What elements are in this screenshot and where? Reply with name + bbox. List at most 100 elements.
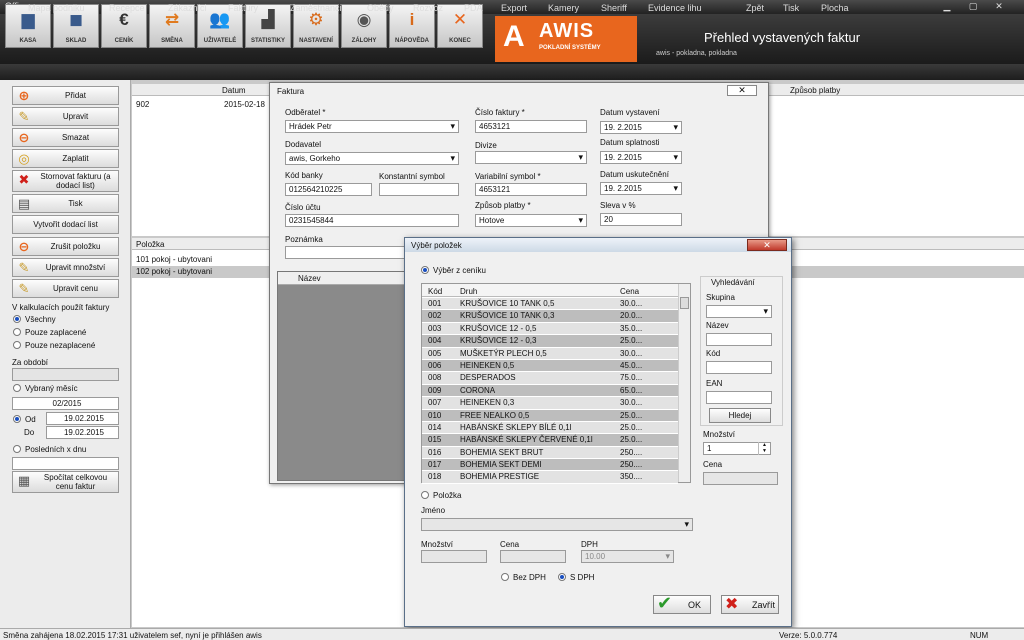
datum-uskutecneni-picker[interactable]: 19. 2.2015 — [600, 182, 682, 195]
create-delivery-note-button[interactable]: Vytvořit dodací list — [12, 215, 119, 234]
faktura-items-grid[interactable]: Název — [277, 271, 407, 481]
datum-vystaveni-picker[interactable]: 19. 2.2015 — [600, 121, 682, 134]
from-date-field[interactable]: 19.02.2015 — [46, 412, 119, 425]
cenik-radio[interactable] — [421, 266, 429, 274]
edit-price-button[interactable]: ✎ Upravit cenu — [12, 279, 119, 298]
pay-button[interactable]: ◎ Zaplatit — [12, 149, 119, 168]
search-button[interactable]: Hledej — [709, 408, 771, 423]
list-item[interactable]: 001 KRUŠOVICE 10 TANK 0,5 30.0... — [422, 298, 678, 311]
dph-select[interactable]: 10.00 — [581, 550, 674, 563]
calculate-total-button[interactable]: ▦ Spočítat celkovou cenu faktur — [12, 471, 119, 493]
list-item[interactable]: 005 MUŠKETÝR PLECH 0,5 30.0... — [422, 347, 678, 360]
menu-item-sheriff[interactable]: Sheriff — [601, 3, 627, 13]
polozka-radio[interactable] — [421, 491, 429, 499]
list-item[interactable]: 008 DESPERADOS 75.0... — [422, 372, 678, 385]
list-item[interactable]: 009 CORONA 65.0... — [422, 384, 678, 398]
menu-item-zakaznici[interactable]: Zákazníci — [168, 3, 207, 13]
list-item[interactable]: 006 HEINEKEN 0,5 45.0... — [422, 359, 678, 373]
maximize-icon[interactable]: ▢ — [966, 1, 980, 12]
last-days-field[interactable] — [12, 457, 119, 470]
pencil-icon: ✎ — [18, 281, 30, 296]
storno-invoice-button[interactable]: ✖ Stornovat fakturu (a dodací list) — [12, 170, 119, 192]
list-item[interactable]: 002 KRUŠOVICE 10 TANK 0,3 20.0... — [422, 310, 678, 323]
page-subtitle: awis - pokladna, pokladna — [656, 50, 737, 57]
dialog-close-icon[interactable]: ✕ — [747, 239, 787, 251]
last-days-radio[interactable] — [13, 445, 21, 453]
menu-item-recepce[interactable]: Recepce — [109, 3, 145, 13]
ok-button[interactable]: ✔ OK — [653, 593, 711, 614]
divize-select[interactable] — [475, 151, 587, 164]
col-kod: Kód — [428, 287, 443, 296]
menu-item-mapa-podniku[interactable]: Mapa podniku — [28, 3, 85, 13]
nazev-search-input[interactable] — [706, 333, 772, 346]
list-item[interactable]: 007 HEINEKEN 0,3 30.0... — [422, 397, 678, 410]
list-item[interactable]: 016 BOHEMIA SEKT BRUT 250.... — [422, 446, 678, 460]
konstantni-symbol-field[interactable] — [379, 183, 459, 196]
price-list-table[interactable]: Kód Druh Cena 001 KRUŠOVICE 10 TANK 0,5 30… — [421, 283, 691, 484]
list-item[interactable]: 004 KRUŠOVICE 12 - 0,3 25.0... — [422, 335, 678, 348]
s-dph-radio[interactable] — [558, 573, 566, 581]
skupina-select[interactable] — [706, 305, 772, 318]
kod-banky-field[interactable]: 012564210225 — [285, 183, 372, 196]
faktura-close-icon[interactable]: ✕ — [727, 85, 757, 96]
calc-all-radio[interactable] — [13, 315, 21, 323]
list-item[interactable]: 017 BOHEMIA SEKT DEMI 250.... — [422, 459, 678, 472]
cancel-item-button[interactable]: ⊖ Zrušit položku — [12, 237, 119, 256]
period-field[interactable] — [12, 368, 119, 381]
calc-paid-radio[interactable] — [13, 328, 21, 336]
menu-item-zpet[interactable]: Zpět — [746, 3, 764, 13]
ean-search-input[interactable] — [706, 391, 772, 404]
zavrit-button[interactable]: ✖ Zavřít — [721, 595, 779, 614]
num-lock-indicator: NUM — [970, 631, 989, 640]
calc-unpaid-label: Pouze nezaplacené — [25, 341, 96, 350]
minimize-icon[interactable]: ▁ — [940, 1, 954, 12]
odberatel-select[interactable]: Hrádek Petr — [285, 120, 459, 133]
list-item[interactable]: 018 BOHEMIA PRESTIGE 350.... — [422, 471, 678, 484]
cislo-uctu-field[interactable]: 0231545844 — [285, 214, 459, 227]
menu-item-tisk[interactable]: Tisk — [783, 3, 799, 13]
list-item[interactable]: 015 HABÁNSKÉ SKLEPY ČERVENÉ 0,1l 25.0... — [422, 434, 678, 447]
dph-label: DPH — [581, 540, 598, 549]
poznamka-field[interactable] — [285, 246, 405, 259]
from-radio[interactable] — [13, 415, 21, 423]
cislo-faktury-field[interactable]: 4653121 — [475, 120, 587, 133]
close-window-icon[interactable]: ✕ — [992, 1, 1006, 12]
cena-side-input[interactable] — [703, 472, 778, 485]
month-radio[interactable] — [13, 384, 21, 392]
list-item[interactable]: 003 KRUŠOVICE 12 - 0,5 35.0... — [422, 322, 678, 336]
list-item[interactable]: 014 HABÁNSKÉ SKLEPY BÍLÉ 0,1l 25.0... — [422, 421, 678, 435]
menu-item-export[interactable]: Export — [501, 3, 527, 13]
menu-item-obedy[interactable]: Obědy — [367, 3, 394, 13]
menu-item-zamestnanci[interactable]: Zaměstnanci — [290, 3, 342, 13]
list-item[interactable]: 010 FREE NEALKO 0,5 25.0... — [422, 409, 678, 422]
scrollbar-thumb[interactable] — [680, 297, 689, 309]
sleva-field[interactable]: 20 — [600, 213, 682, 226]
bez-dph-radio[interactable] — [501, 573, 509, 581]
print-button[interactable]: ▤ Tisk — [12, 194, 119, 213]
to-date-field[interactable]: 19.02.2015 — [46, 426, 119, 439]
dodavatel-select[interactable]: awis, Gorkeho — [285, 152, 459, 165]
menu-item-rozvoz[interactable]: Rozvoz — [413, 3, 443, 13]
mnozstvi-spinner-icon[interactable]: ▲ ▼ — [758, 442, 770, 455]
delete-button[interactable]: ⊖ Smazat — [12, 128, 119, 147]
menu-item-evidence-lihu[interactable]: Evidence lihu — [648, 3, 702, 13]
jmeno-select[interactable] — [421, 518, 693, 531]
mnozstvi-input[interactable] — [421, 550, 487, 563]
edit-button[interactable]: ✎ Upravit — [12, 107, 119, 126]
price-list-scrollbar[interactable] — [678, 284, 690, 482]
variabilni-symbol-field[interactable]: 4653121 — [475, 183, 587, 196]
calc-unpaid-radio[interactable] — [13, 341, 21, 349]
menu-item-pda[interactable]: PDA — [464, 3, 483, 13]
cena-input[interactable] — [500, 550, 566, 563]
zpusob-platby-select[interactable]: Hotove — [475, 214, 587, 227]
page-title: Přehled vystavených faktur — [704, 30, 861, 45]
menu-item-plocha[interactable]: Plocha — [821, 3, 849, 13]
add-button[interactable]: ⊕ Přidat — [12, 86, 119, 105]
menu-item-kamery[interactable]: Kamery — [548, 3, 579, 13]
menu-item-faktury[interactable]: Faktury — [228, 3, 258, 13]
datum-splatnosti-picker[interactable]: 19. 2.2015 — [600, 151, 682, 164]
variabilni-symbol-label: Variabilní symbol * — [475, 172, 541, 181]
kod-search-input[interactable] — [706, 361, 772, 374]
edit-quantity-button[interactable]: ✎ Upravit množství — [12, 258, 119, 277]
month-field[interactable]: 02/2015 — [12, 397, 119, 410]
